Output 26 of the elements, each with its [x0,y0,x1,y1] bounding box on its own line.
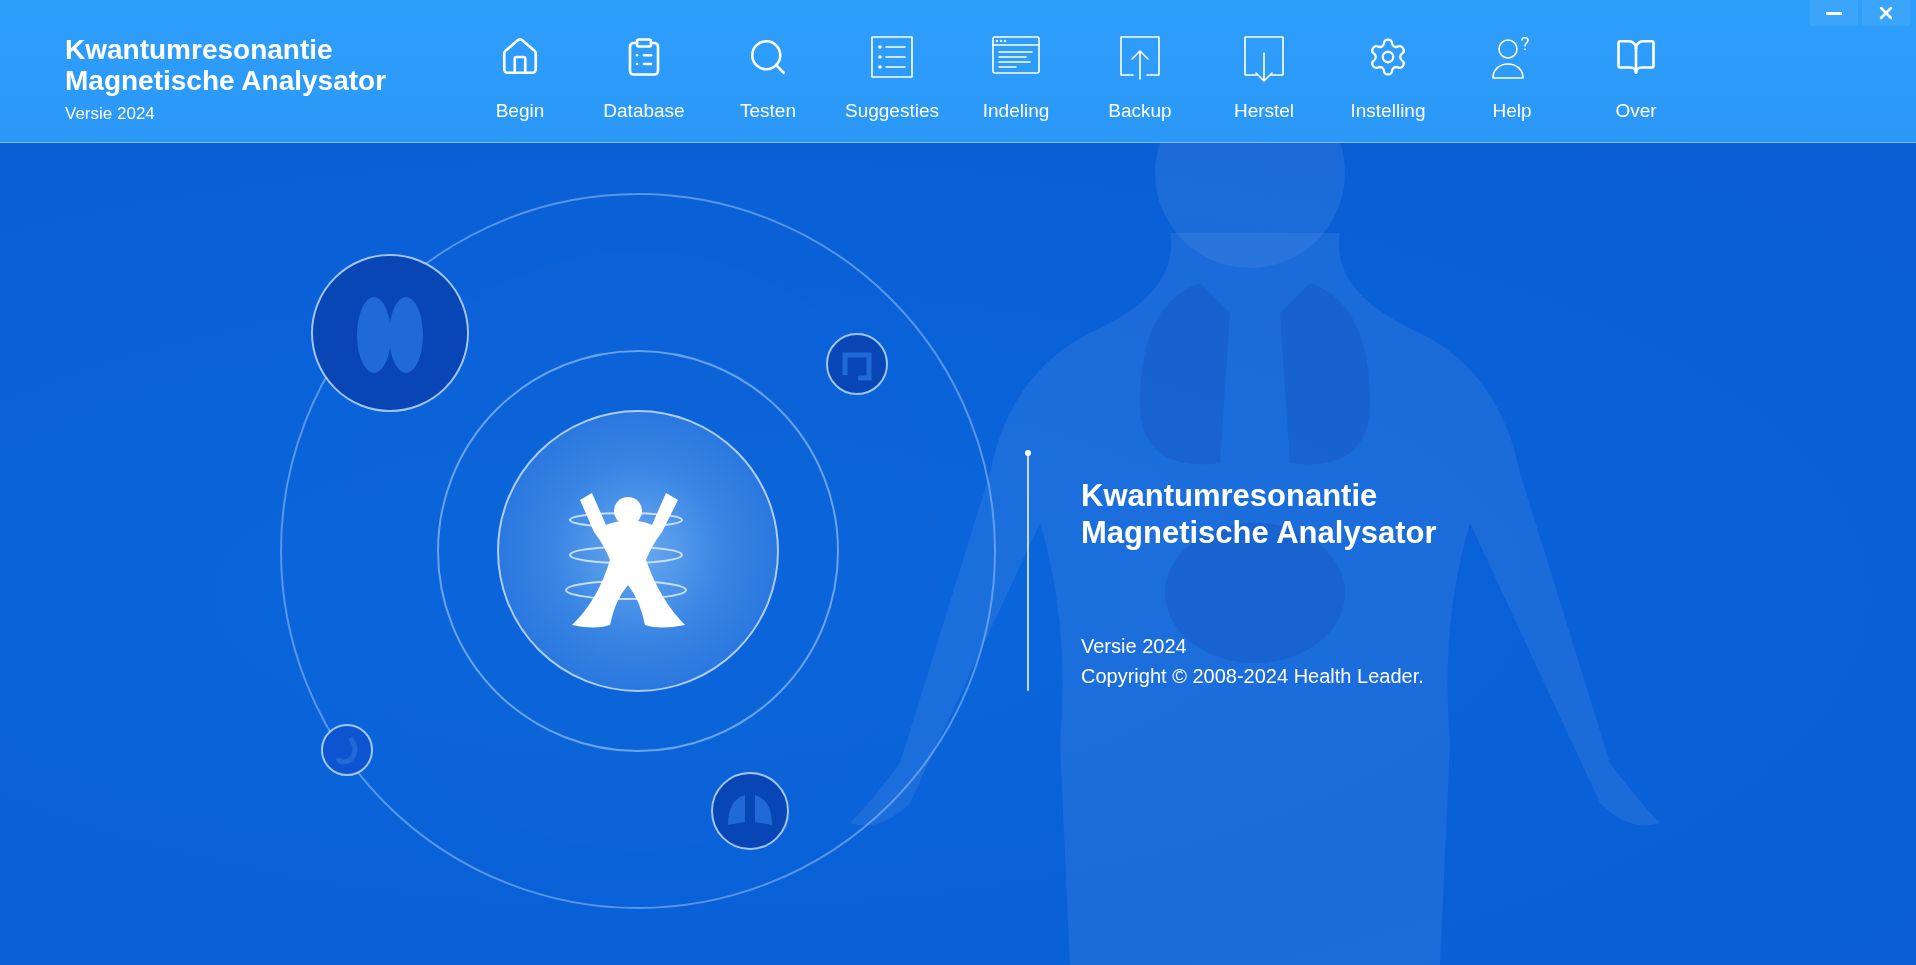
toolbar-button[interactable]: Herstel [1202,32,1326,122]
close-button[interactable] [1862,0,1910,26]
app-title: Magnetische Analysator [65,65,388,96]
toolbar-button[interactable]: Backup [1078,32,1202,122]
copyright-text: Copyright © 2008-2024 Health Leader. [1081,664,1425,689]
browser-window-icon [992,36,1040,74]
person-icon [572,493,685,628]
upload-icon [1120,36,1160,80]
lungs-icon [711,772,789,850]
toolbar-button[interactable]: Indeling [954,32,1078,122]
minimize-icon [1826,11,1842,15]
toolbar-button[interactable]: Database [582,32,706,122]
toolbar-button[interactable]: Begin [458,32,582,122]
version-label: Versie 2024 [65,104,156,124]
star-list-icon [871,36,913,78]
download-icon [1244,36,1284,82]
app-title: Kwantumresonantie [65,34,334,65]
toolbar-button[interactable]: Over [1574,32,1698,122]
product-title: Kwantumresonantie [1081,477,1379,514]
product-title: Magnetische Analysator [1081,514,1437,551]
toolbar-button[interactable]: Suggesties [830,32,954,122]
toolbar-button[interactable]: Help [1450,32,1574,122]
version-text: Versie 2024 [1081,634,1188,659]
toolbar-button[interactable]: Instelling [1326,32,1450,122]
minimize-button[interactable] [1810,0,1858,26]
toolbar-button[interactable]: Testen [706,32,830,122]
